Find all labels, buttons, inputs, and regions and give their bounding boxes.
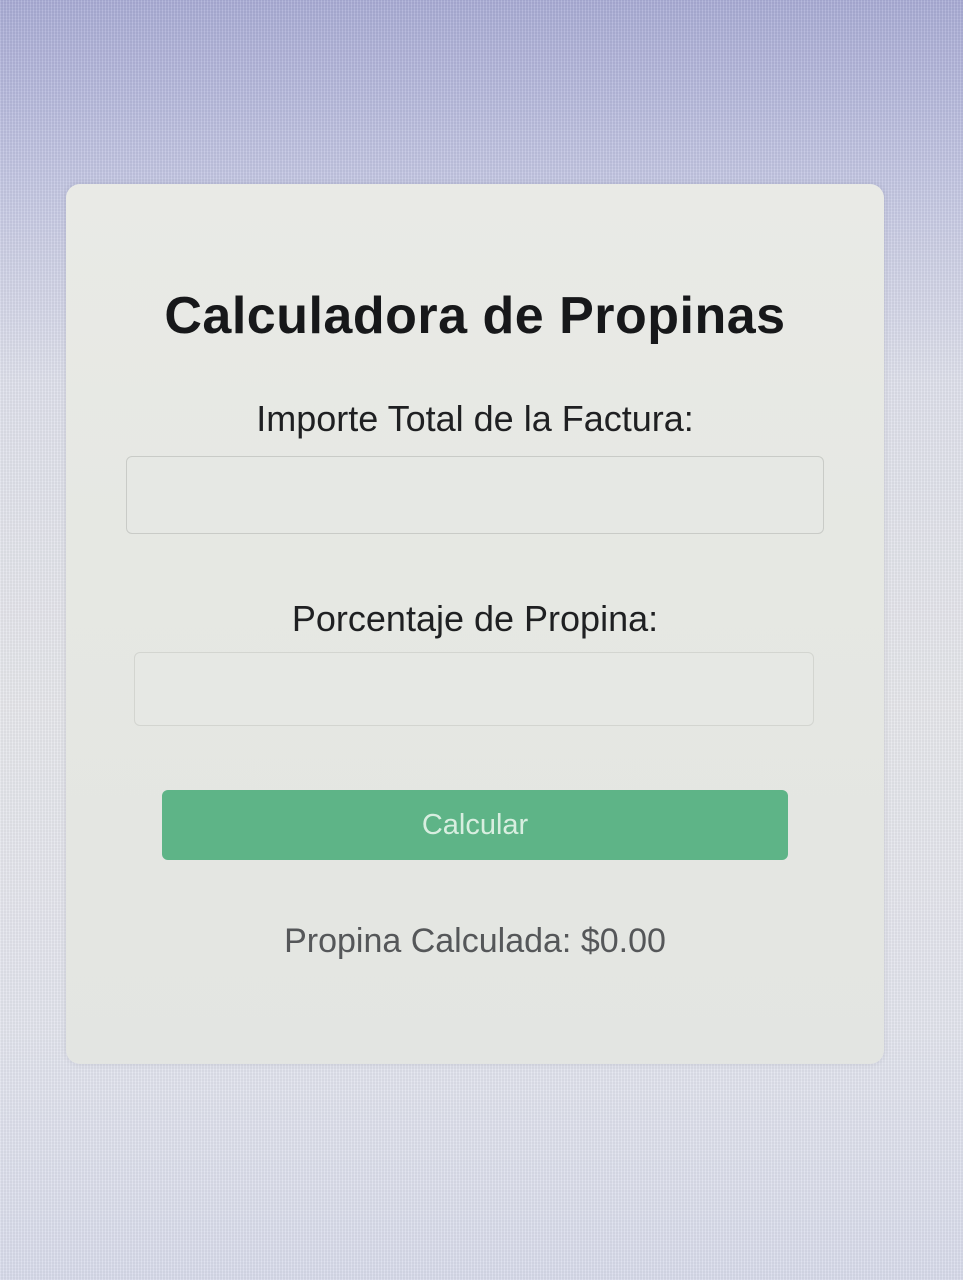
- bill-amount-input[interactable]: [126, 456, 824, 534]
- calculated-tip-label: Propina Calculada:: [284, 922, 572, 960]
- calculate-button[interactable]: Calcular: [162, 790, 788, 860]
- bill-amount-label: Importe Total de la Factura:: [256, 398, 694, 439]
- tip-percentage-label: Porcentaje de Propina:: [291, 598, 659, 639]
- calculated-tip-result: Propina Calculada: $0.00: [66, 922, 884, 961]
- page-title: Calculadora de Propinas: [164, 287, 786, 345]
- calculated-tip-value: $0.00: [580, 922, 666, 960]
- tip-percentage-input[interactable]: [134, 652, 814, 726]
- tip-calculator-card: Calculadora de Propinas Importe Total de…: [66, 184, 884, 1064]
